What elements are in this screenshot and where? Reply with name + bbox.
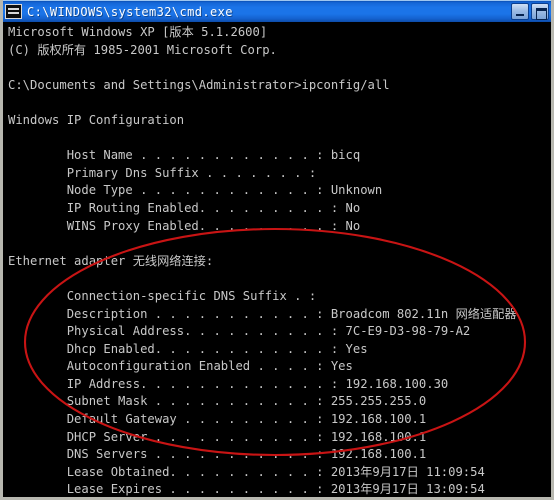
title-bar[interactable]: C:\WINDOWS\system32\cmd.exe <box>3 0 551 22</box>
window-controls <box>511 3 551 20</box>
cmd-console-icon[interactable] <box>5 4 22 19</box>
maximize-button[interactable] <box>531 3 549 20</box>
console-text: Microsoft Windows XP [版本 5.1.2600] (C) 版… <box>8 25 517 497</box>
cmd-window: C:\WINDOWS\system32\cmd.exe Microsoft Wi… <box>0 0 554 500</box>
minimize-button[interactable] <box>511 3 529 20</box>
console-output-area[interactable]: Microsoft Windows XP [版本 5.1.2600] (C) 版… <box>3 22 551 497</box>
window-title: C:\WINDOWS\system32\cmd.exe <box>27 4 233 19</box>
